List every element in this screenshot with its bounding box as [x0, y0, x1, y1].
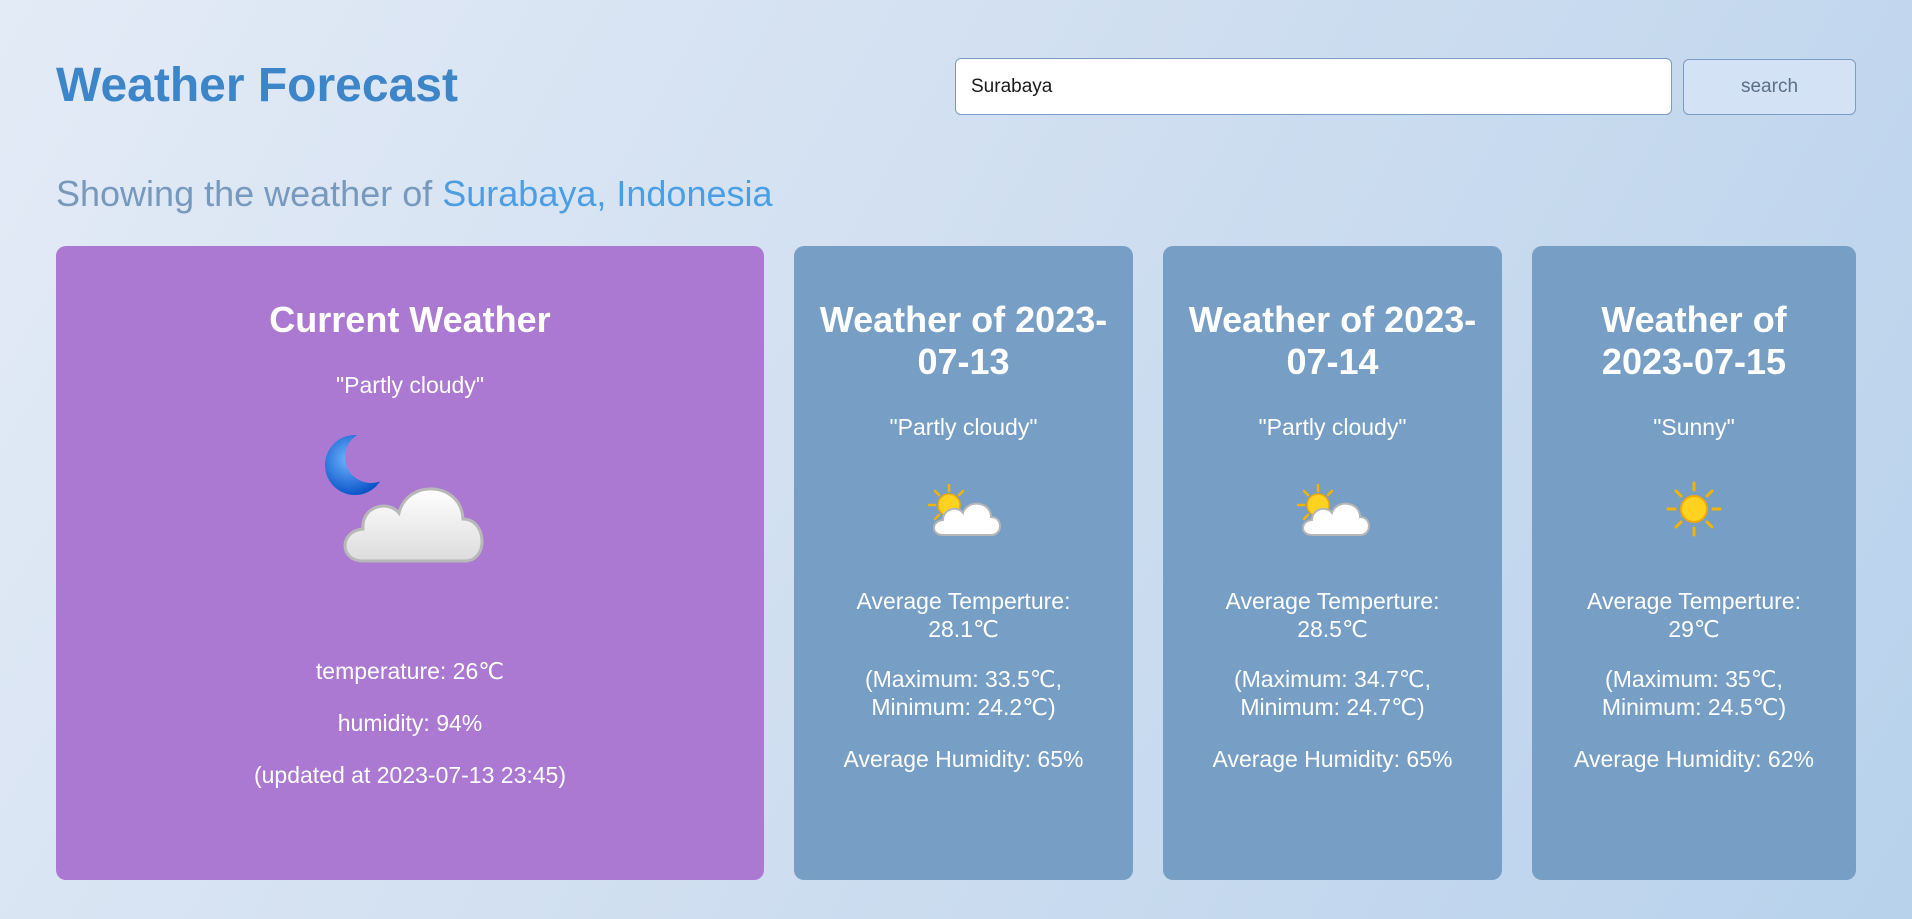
forecast-maximum: (Maximum: 34.7℃,: [1233, 666, 1432, 692]
current-weather-card: Current Weather "Partly cloudy" temperat…: [56, 246, 764, 880]
current-condition: "Partly cloudy": [336, 372, 484, 398]
location-heading: Showing the weather of Surabaya, Indones…: [56, 172, 773, 216]
forecast-card-1: Weather of 2023-07-13 "Partly cloudy" Av…: [794, 246, 1133, 880]
app-title: Weather Forecast: [56, 59, 458, 112]
forecast-maximum: (Maximum: 35℃,: [1605, 666, 1783, 692]
forecast-maximum: (Maximum: 33.5℃,: [864, 666, 1063, 692]
forecast-title: Weather of 2023-07-13: [819, 299, 1108, 382]
current-temperature: temperature: 26℃: [315, 658, 505, 684]
search-input[interactable]: [955, 58, 1672, 115]
forecast-condition: "Partly cloudy": [889, 414, 1038, 440]
current-weather-title: Current Weather: [269, 299, 551, 340]
search-button[interactable]: search: [1683, 59, 1856, 115]
location-name: Surabaya, Indonesia: [442, 173, 773, 214]
forecast-average-temperature: 28.1℃: [928, 616, 999, 642]
forecast-title: Weather of 2023-07-14: [1188, 299, 1477, 382]
forecast-title: Weather of 2023-07-15: [1601, 299, 1787, 382]
forecast-average-temperature: 28.5℃: [1297, 616, 1368, 642]
moon-cloud-icon: [325, 433, 484, 563]
forecast-average-label: Average Temperture:: [1587, 588, 1801, 614]
forecast-condition: "Partly cloudy": [1258, 414, 1407, 440]
current-humidity: humidity: 94%: [337, 710, 483, 736]
forecast-humidity: Average Humidity: 65%: [1212, 746, 1453, 772]
current-updated-time: (updated at 2023-07-13 23:45): [253, 762, 567, 788]
partly-cloudy-icon: [1296, 483, 1370, 536]
forecast-card-3: Weather of 2023-07-15 "Sunny" Average Te…: [1532, 246, 1856, 880]
forecast-average-temperature: 29℃: [1668, 616, 1720, 642]
forecast-condition: "Sunny": [1653, 414, 1735, 440]
forecast-minimum: Minimum: 24.5℃): [1601, 694, 1787, 720]
forecast-minimum: Minimum: 24.7℃): [1240, 694, 1425, 720]
forecast-minimum: Minimum: 24.2℃): [871, 694, 1056, 720]
forecast-average-label: Average Temperture:: [856, 588, 1071, 614]
forecast-humidity: Average Humidity: 65%: [843, 746, 1084, 772]
forecast-average-label: Average Temperture:: [1225, 588, 1440, 614]
sun-icon: [1666, 481, 1722, 537]
forecast-card-2: Weather of 2023-07-14 "Partly cloudy" Av…: [1163, 246, 1502, 880]
partly-cloudy-icon: [927, 483, 1001, 536]
location-prefix: Showing the weather of: [56, 173, 433, 214]
forecast-humidity: Average Humidity: 62%: [1574, 746, 1814, 772]
